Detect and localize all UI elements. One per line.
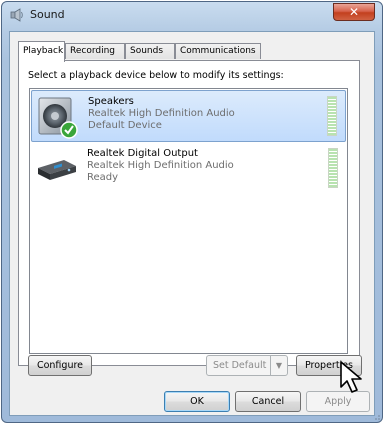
device-driver: Realtek High Definition Audio (88, 108, 235, 119)
set-default-button[interactable]: Set Default ▼ (206, 355, 288, 376)
chevron-down-icon[interactable]: ▼ (270, 356, 287, 375)
playback-panel: Select a playback device below to modify… (18, 60, 360, 366)
device-name: Speakers (88, 96, 134, 107)
close-icon: ✕ (348, 5, 360, 19)
properties-button[interactable]: Properties (296, 355, 362, 376)
sound-dialog: Sound ✕ Playback Recording Sounds Commun… (1, 1, 383, 423)
apply-button[interactable]: Apply (306, 391, 370, 412)
window-title: Sound (30, 8, 65, 21)
device-list[interactable]: Speakers Realtek High Definition Audio D… (29, 88, 348, 354)
sound-app-icon (10, 8, 23, 22)
configure-button[interactable]: Configure (28, 355, 92, 376)
tab-recording[interactable]: Recording (65, 43, 125, 59)
tab-communications[interactable]: Communications (175, 43, 261, 59)
resize-grip-icon[interactable] (371, 411, 381, 421)
speaker-icon (38, 97, 78, 139)
tab-playback[interactable]: Playback (18, 41, 65, 62)
close-button[interactable]: ✕ (333, 3, 375, 21)
title-bar[interactable]: Sound ✕ (2, 2, 382, 30)
device-name: Realtek Digital Output (87, 148, 198, 159)
device-status: Default Device (88, 120, 162, 131)
digital-output-icon (38, 160, 76, 180)
ok-button[interactable]: OK (164, 391, 230, 412)
cancel-button[interactable]: Cancel (235, 391, 301, 412)
device-item-speakers[interactable]: Speakers Realtek High Definition Audio D… (31, 90, 346, 142)
set-default-label: Set Default (213, 360, 267, 371)
level-meter (327, 96, 337, 136)
dialog-body: Playback Recording Sounds Communications… (9, 31, 375, 416)
level-meter (328, 148, 338, 188)
device-item-digital-output[interactable]: Realtek Digital Output Realtek High Defi… (31, 143, 346, 195)
tab-sounds[interactable]: Sounds (125, 43, 175, 59)
instruction-text: Select a playback device below to modify… (28, 70, 284, 81)
device-driver: Realtek High Definition Audio (87, 160, 234, 171)
device-status: Ready (87, 172, 119, 183)
